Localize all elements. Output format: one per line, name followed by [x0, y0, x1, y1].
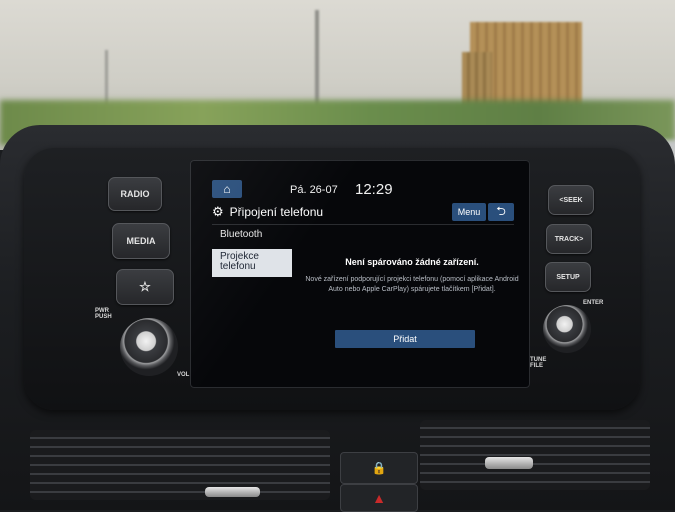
add-button[interactable]: Přidat: [335, 330, 475, 348]
tune-file-label: TUNE FILE: [530, 357, 547, 369]
enter-label: ENTER: [583, 300, 604, 306]
volume-knob[interactable]: [120, 318, 178, 376]
message-body: Nové zařízení podporující projekci telef…: [305, 276, 519, 293]
vent-tab-left[interactable]: [205, 487, 260, 497]
hazard-icon: ▲: [372, 490, 386, 506]
lock-icon: 🔒: [371, 461, 387, 475]
vent-tab-right[interactable]: [485, 457, 533, 469]
status-date: Pá. 26-07: [290, 184, 338, 196]
touchscreen: ⌂ Pá. 26-07 12:29 ⚙ Připojení telefonu M…: [190, 160, 530, 388]
favorite-button[interactable]: ☆: [116, 269, 174, 305]
door-lock-button[interactable]: 🔒: [340, 452, 418, 484]
home-icon: ⌂: [223, 182, 231, 196]
air-vent-left: [30, 430, 330, 500]
menu-button[interactable]: Menu: [452, 203, 486, 221]
tune-knob[interactable]: [543, 305, 591, 353]
setup-button[interactable]: SETUP: [545, 262, 591, 292]
page-title: Připojení telefonu: [229, 205, 324, 219]
media-button[interactable]: MEDIA: [112, 223, 170, 259]
status-time: 12:29: [355, 181, 393, 198]
pwr-push-label: PWR PUSH: [95, 308, 112, 320]
header-divider: [212, 224, 514, 225]
track-button[interactable]: TRACK>: [546, 224, 592, 254]
page-header: ⚙ Připojení telefonu: [212, 204, 323, 220]
sidebar-item-bluetooth[interactable]: Bluetooth: [220, 229, 262, 240]
message-title: Není spárováno žádné zařízení.: [345, 257, 479, 267]
back-button[interactable]: ⮌: [488, 203, 514, 221]
sidebar-item-phone-projection[interactable]: Projekce telefonu: [212, 249, 292, 277]
seek-button[interactable]: <SEEK: [548, 185, 594, 215]
gear-icon: ⚙: [212, 204, 224, 219]
vol-label: VOL: [177, 372, 190, 378]
hazard-button[interactable]: ▲: [340, 484, 418, 512]
home-button[interactable]: ⌂: [212, 180, 242, 198]
radio-button[interactable]: RADIO: [108, 177, 162, 211]
air-vent-right: [420, 420, 650, 490]
back-icon: ⮌: [496, 203, 506, 218]
